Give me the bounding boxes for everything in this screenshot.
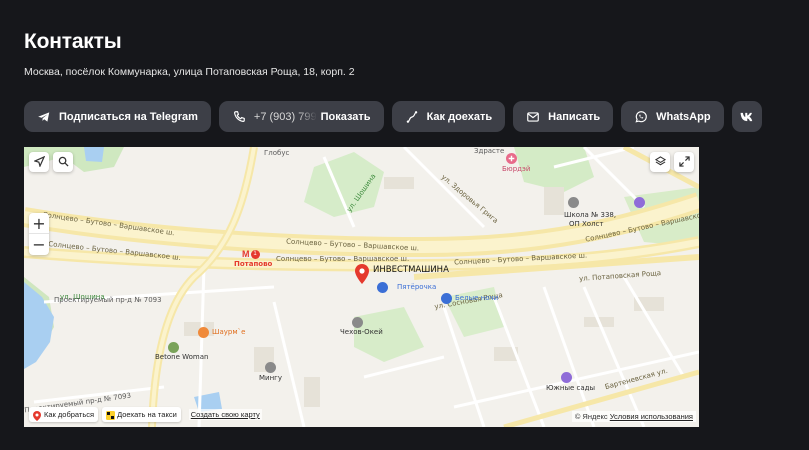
route-icon xyxy=(405,110,419,124)
route-label: Как доехать xyxy=(426,110,493,123)
mail-icon xyxy=(526,110,540,124)
map-label-pyaterochka: Пятёрочка xyxy=(397,283,437,291)
show-phone-button[interactable]: +7 (903) 799 Показать xyxy=(218,101,384,132)
taxi-chip-label: Доехать на такси xyxy=(117,410,177,419)
map-label-betone: Betone Woman xyxy=(155,353,209,361)
fullscreen-icon xyxy=(678,155,690,170)
map-search-button[interactable] xyxy=(53,152,73,172)
map-label-mingu: Мингу xyxy=(259,374,282,382)
contact-actions: Подписаться на Telegram +7 (903) 799 Пок… xyxy=(24,101,762,132)
map-label-chehov: Чехов-Окей xyxy=(340,328,383,336)
vk-button[interactable] xyxy=(731,101,762,132)
write-button[interactable]: Написать xyxy=(513,101,614,132)
map[interactable]: Глобус Здрасте Бюрдэй Школа № 338, ОП Хо… xyxy=(24,147,699,427)
layers-icon xyxy=(654,155,666,170)
whatsapp-label: WhatsApp xyxy=(656,110,711,123)
locate-arrow-icon xyxy=(32,155,45,170)
layers-button[interactable] xyxy=(650,152,670,172)
search-icon xyxy=(58,155,69,170)
metro-line-icon: 1 xyxy=(250,249,260,259)
chehov-icon[interactable] xyxy=(352,317,363,328)
whatsapp-button[interactable]: WhatsApp xyxy=(621,101,724,132)
shaurme-icon[interactable] xyxy=(198,327,209,338)
pyaterochka-icon[interactable] xyxy=(377,282,388,293)
phone-icon xyxy=(232,110,246,124)
map-label-byurdaj: Бюрдэй xyxy=(502,165,531,173)
pin-icon xyxy=(33,410,41,421)
fullscreen-button[interactable] xyxy=(674,152,694,172)
vk-icon xyxy=(740,110,754,124)
route-button[interactable]: Как доехать xyxy=(391,101,506,132)
create-map-link[interactable]: Создать свою карту xyxy=(188,409,262,420)
show-phone-label: Показать xyxy=(320,110,371,123)
byurdaj-icon[interactable] xyxy=(506,153,517,164)
metro-badge[interactable]: M 1 xyxy=(242,249,260,259)
page-title: Контакты xyxy=(24,30,122,53)
betone-icon[interactable] xyxy=(168,342,179,353)
metro-icon: M xyxy=(242,249,250,259)
locate-button[interactable] xyxy=(29,152,49,172)
taxi-chip[interactable]: Доехать на такси xyxy=(102,407,181,422)
map-label-zdorove: Здрасте xyxy=(474,147,505,155)
phone-number: +7 (903) 799 xyxy=(253,110,317,123)
telegram-icon xyxy=(37,110,51,124)
map-label-yuzhnye-sady: Южные сады xyxy=(546,384,596,392)
map-label-shaurme: Шаурм`е xyxy=(212,328,246,336)
shop-icon[interactable] xyxy=(634,197,645,208)
route-chip-label: Как добраться xyxy=(44,410,95,419)
school-icon[interactable] xyxy=(568,197,579,208)
map-label-globus: Глобус xyxy=(264,149,290,157)
map-label-road4: Солнцево – Бутово – Варшавское ш. xyxy=(276,255,410,263)
belye-nochi-icon[interactable] xyxy=(441,293,452,304)
marker-label: ИНВЕСТМАШИНА xyxy=(373,265,449,275)
map-copyright: © Яндекс Условия использования xyxy=(571,411,696,422)
taxi-icon xyxy=(106,410,116,420)
whatsapp-icon xyxy=(634,110,648,124)
map-label-school: Школа № 338, xyxy=(564,211,617,219)
zoom-out-button[interactable]: − xyxy=(29,234,49,255)
zoom-in-button[interactable]: + xyxy=(29,213,49,234)
telegram-button[interactable]: Подписаться на Telegram xyxy=(24,101,211,132)
copyright-text: © Яндекс xyxy=(574,412,608,421)
telegram-label: Подписаться на Telegram xyxy=(59,110,198,123)
zoom-control: + − xyxy=(29,213,49,255)
address: Москва, посёлок Коммунарка, улица Потапо… xyxy=(24,66,355,78)
map-label-belye-nochi: Белые ночи xyxy=(455,294,499,302)
yuzhnye-sady-icon[interactable] xyxy=(561,372,572,383)
route-chip[interactable]: Как добраться xyxy=(29,407,99,422)
write-label: Написать xyxy=(548,110,601,123)
location-marker-icon[interactable] xyxy=(355,264,369,289)
map-bottom-bar: Как добраться Доехать на такси Создать с… xyxy=(29,407,262,422)
terms-link[interactable]: Условия использования xyxy=(610,412,693,421)
mingu-icon[interactable] xyxy=(265,362,276,373)
metro-label: Потапово xyxy=(234,260,273,268)
map-label-school2: ОП Холст xyxy=(569,220,604,228)
map-label-proezd1: Проектируемый пр-д № 7093 xyxy=(54,296,162,304)
